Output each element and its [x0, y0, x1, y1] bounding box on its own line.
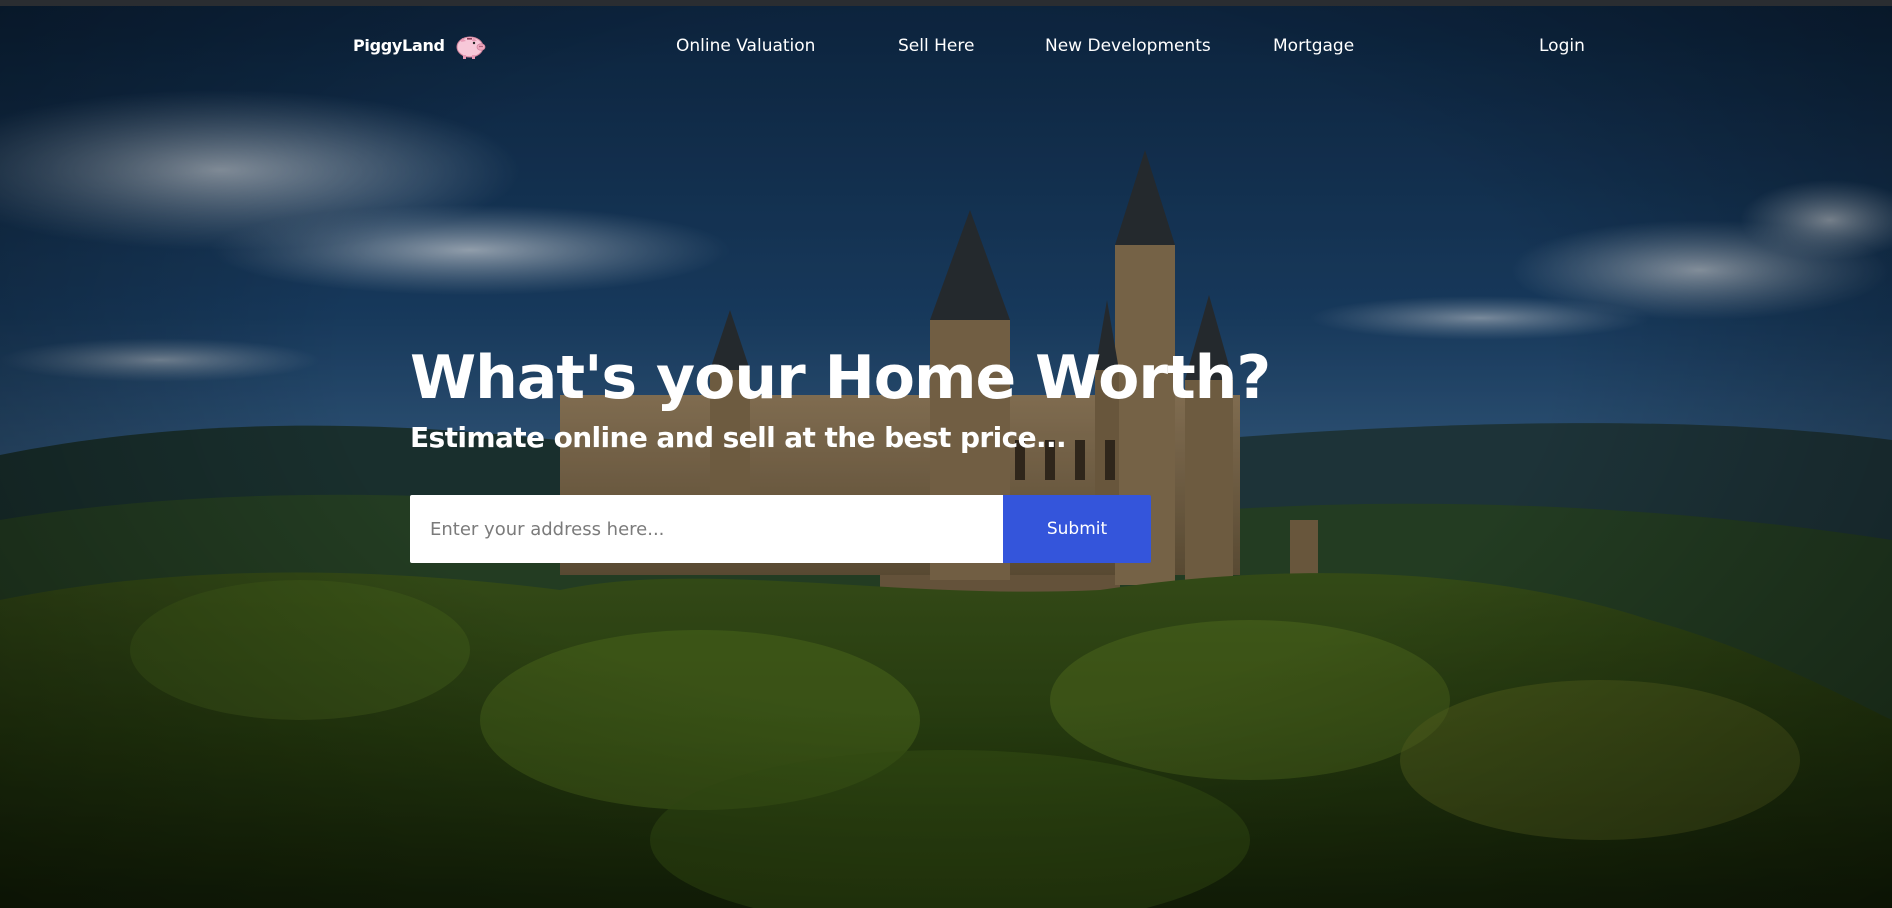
hero-title: What's your Home Worth?	[410, 343, 1271, 413]
browser-top-strip	[0, 0, 1892, 6]
address-search-form: Submit	[410, 495, 1151, 563]
piggy-bank-icon	[456, 36, 486, 59]
top-navigation: PiggyLand Online Valuation Sell Here New…	[0, 6, 1892, 86]
nav-item-new-developments[interactable]: New Developments	[1045, 36, 1211, 56]
nav-item-sell-here[interactable]: Sell Here	[898, 36, 974, 56]
hero-subtitle: Estimate online and sell at the best pri…	[410, 421, 1067, 454]
login-link[interactable]: Login	[1539, 36, 1585, 56]
hero-section: What's your Home Worth? Estimate online …	[410, 340, 1310, 563]
brand-name: PiggyLand	[353, 35, 445, 55]
nav-item-mortgage[interactable]: Mortgage	[1273, 36, 1354, 56]
brand-logo-link[interactable]: PiggyLand	[353, 30, 487, 60]
address-input[interactable]	[410, 495, 1003, 563]
submit-button[interactable]: Submit	[1003, 495, 1151, 563]
landing-page: PiggyLand Online Valuation Sell Here New…	[0, 0, 1892, 908]
nav-item-online-valuation[interactable]: Online Valuation	[676, 36, 815, 56]
